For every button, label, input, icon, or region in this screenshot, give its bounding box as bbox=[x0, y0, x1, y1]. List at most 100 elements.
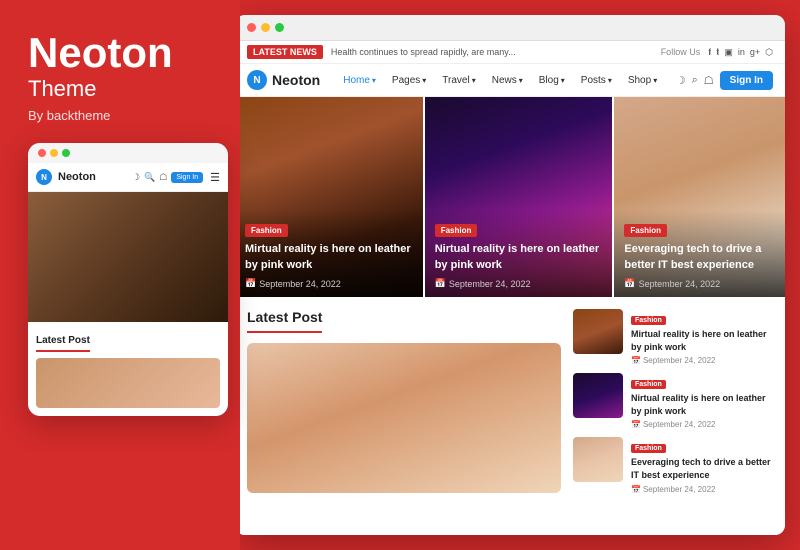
search-button-icon[interactable]: ⌕ bbox=[692, 74, 698, 87]
news-bar: LATEST NEWS Health continues to spread r… bbox=[235, 41, 785, 64]
chevron-down-icon: ▾ bbox=[519, 76, 523, 85]
hero-card-3[interactable]: Fashion Eeveraging tech to drive a bette… bbox=[614, 97, 785, 297]
brand-subtitle: Theme bbox=[28, 76, 220, 102]
mobile-top-bar bbox=[28, 143, 228, 163]
nav-item-posts[interactable]: Posts ▾ bbox=[574, 72, 619, 89]
social-icons: 𝐟 𝐭 ▣ in g+ ⬡ bbox=[708, 47, 773, 58]
rss-icon[interactable]: ▣ bbox=[724, 47, 733, 58]
chevron-down-icon: ▾ bbox=[561, 76, 565, 85]
sidebar-badge-2: Fashion bbox=[631, 380, 666, 389]
browser-mockup: LATEST NEWS Health continues to spread r… bbox=[235, 15, 785, 535]
hero-badge-3: Fashion bbox=[624, 224, 667, 237]
dot-yellow bbox=[50, 149, 58, 157]
linkedin-icon[interactable]: in bbox=[738, 47, 745, 57]
brand-title: Neoton bbox=[28, 30, 220, 76]
moon-icon: ☽ bbox=[132, 172, 140, 183]
sidebar-thumb-3 bbox=[573, 437, 623, 482]
nav-item-shop[interactable]: Shop ▾ bbox=[621, 72, 664, 89]
mobile-hero: Fashion Mirtual reality is here on leath… bbox=[28, 192, 228, 322]
sidebar-thumb-2 bbox=[573, 373, 623, 418]
sidebar-post-item-1[interactable]: Fashion Mirtual reality is here on leath… bbox=[573, 309, 773, 365]
nav-item-travel[interactable]: Travel ▾ bbox=[435, 72, 482, 89]
hero-date-2: 📅 September 24, 2022 bbox=[435, 278, 603, 289]
hero-card-2[interactable]: Fashion Nirtual reality is here on leath… bbox=[425, 97, 613, 297]
sidebar-posts: Fashion Mirtual reality is here on leath… bbox=[573, 309, 773, 523]
sidebar-title-3: Eeveraging tech to drive a better IT bes… bbox=[631, 456, 773, 481]
mobile-post-thumbnail bbox=[36, 358, 220, 408]
sign-in-button[interactable]: Sign In bbox=[720, 71, 773, 90]
sidebar-date-1: 📅 September 24, 2022 bbox=[631, 356, 773, 365]
hero-title-2: Nirtual reality is here on leather by pi… bbox=[435, 242, 603, 273]
mobile-nav: N Neoton ☽ 🔍 ☖ Sign In ☰ bbox=[28, 163, 228, 192]
sidebar-post-info-3: Fashion Eeveraging tech to drive a bette… bbox=[631, 437, 773, 493]
browser-chrome bbox=[235, 15, 785, 41]
bookmark-button-icon[interactable]: ☖ bbox=[704, 74, 714, 87]
hero-section: Fashion Mirtual reality is here on leath… bbox=[235, 97, 785, 297]
latest-post-header: Latest Post bbox=[247, 309, 322, 333]
hero-badge-1: Fashion bbox=[245, 224, 288, 237]
nav-item-pages[interactable]: Pages ▾ bbox=[385, 72, 433, 89]
mobile-nav-icons: ☽ 🔍 ☖ Sign In ☰ bbox=[132, 171, 220, 184]
chevron-down-icon: ▾ bbox=[422, 76, 426, 85]
facebook-icon[interactable]: 𝐟 bbox=[708, 47, 711, 58]
hero-title-3: Eeveraging tech to drive a better IT bes… bbox=[624, 242, 775, 273]
sidebar-badge-3: Fashion bbox=[631, 444, 666, 453]
mobile-logo-text: Neoton bbox=[58, 171, 96, 183]
hero-card-1[interactable]: Fashion Mirtual reality is here on leath… bbox=[235, 97, 423, 297]
chevron-down-icon: ▾ bbox=[653, 76, 657, 85]
sidebar-badge-1: Fashion bbox=[631, 316, 666, 325]
calendar-icon: 📅 bbox=[631, 420, 641, 429]
main-content: Latest Post Fashion Mirtual reality is h… bbox=[235, 297, 785, 535]
nav-items: Home ▾ Pages ▾ Travel ▾ News ▾ Blog ▾ bbox=[336, 72, 676, 89]
nav-bar: N Neoton Home ▾ Pages ▾ Travel ▾ New bbox=[235, 64, 785, 97]
mobile-latest-post-section: Latest Post bbox=[28, 322, 228, 416]
chevron-down-icon: ▾ bbox=[472, 76, 476, 85]
browser-dot-red bbox=[247, 23, 256, 32]
nav-item-home[interactable]: Home ▾ bbox=[336, 72, 383, 89]
hero-overlay-1: Fashion Mirtual reality is here on leath… bbox=[235, 210, 423, 297]
search-icon: 🔍 bbox=[144, 172, 155, 183]
sidebar-post-info-2: Fashion Nirtual reality is here on leath… bbox=[631, 373, 773, 429]
browser-content: LATEST NEWS Health continues to spread r… bbox=[235, 41, 785, 535]
chevron-down-icon: ▾ bbox=[372, 76, 376, 85]
calendar-icon: 📅 bbox=[631, 485, 641, 494]
sidebar-title-2: Nirtual reality is here on leather by pi… bbox=[631, 392, 773, 417]
latest-news-badge: LATEST NEWS bbox=[247, 45, 323, 59]
latest-post-featured-image[interactable] bbox=[247, 343, 561, 493]
nav-item-news[interactable]: News ▾ bbox=[485, 72, 530, 89]
chevron-down-icon: ▾ bbox=[608, 76, 612, 85]
moon-toggle-icon[interactable]: ☽ bbox=[676, 74, 686, 87]
latest-post-section: Latest Post bbox=[247, 309, 561, 523]
dot-red bbox=[38, 149, 46, 157]
nav-item-blog[interactable]: Blog ▾ bbox=[532, 72, 572, 89]
calendar-icon: 📅 bbox=[435, 278, 446, 289]
news-ticker: Health continues to spread rapidly, are … bbox=[331, 47, 653, 57]
hero-title-1: Mirtual reality is here on leather by pi… bbox=[245, 242, 413, 273]
mobile-logo-letter: N bbox=[41, 173, 47, 182]
nav-logo-letter: N bbox=[253, 75, 260, 86]
sidebar-thumb-1 bbox=[573, 309, 623, 354]
sidebar-post-item-2[interactable]: Fashion Nirtual reality is here on leath… bbox=[573, 373, 773, 429]
mobile-sign-in-btn[interactable]: Sign In bbox=[171, 172, 203, 183]
instagram-icon[interactable]: ⬡ bbox=[765, 47, 773, 58]
follow-us-label: Follow Us bbox=[661, 47, 701, 57]
gplus-icon[interactable]: g+ bbox=[750, 47, 760, 57]
hero-date-3: 📅 September 24, 2022 bbox=[624, 278, 775, 289]
twitter-icon[interactable]: 𝐭 bbox=[716, 47, 719, 58]
brand-by: By backtheme bbox=[28, 108, 220, 123]
sidebar-title-1: Mirtual reality is here on leather by pi… bbox=[631, 328, 773, 353]
nav-logo-circle: N bbox=[247, 70, 267, 90]
hamburger-icon[interactable]: ☰ bbox=[210, 171, 220, 184]
sidebar-post-item-3[interactable]: Fashion Eeveraging tech to drive a bette… bbox=[573, 437, 773, 493]
mobile-hero-image bbox=[28, 192, 228, 322]
browser-dot-green bbox=[275, 23, 284, 32]
hero-overlay-2: Fashion Nirtual reality is here on leath… bbox=[425, 210, 613, 297]
calendar-icon: 📅 bbox=[631, 356, 641, 365]
browser-dot-yellow bbox=[261, 23, 270, 32]
calendar-icon: 📅 bbox=[624, 278, 635, 289]
dot-green bbox=[62, 149, 70, 157]
hero-overlay-3: Fashion Eeveraging tech to drive a bette… bbox=[614, 210, 785, 297]
sidebar-post-info-1: Fashion Mirtual reality is here on leath… bbox=[631, 309, 773, 365]
nav-logo-text: Neoton bbox=[272, 72, 320, 88]
nav-logo[interactable]: N Neoton bbox=[247, 70, 320, 90]
